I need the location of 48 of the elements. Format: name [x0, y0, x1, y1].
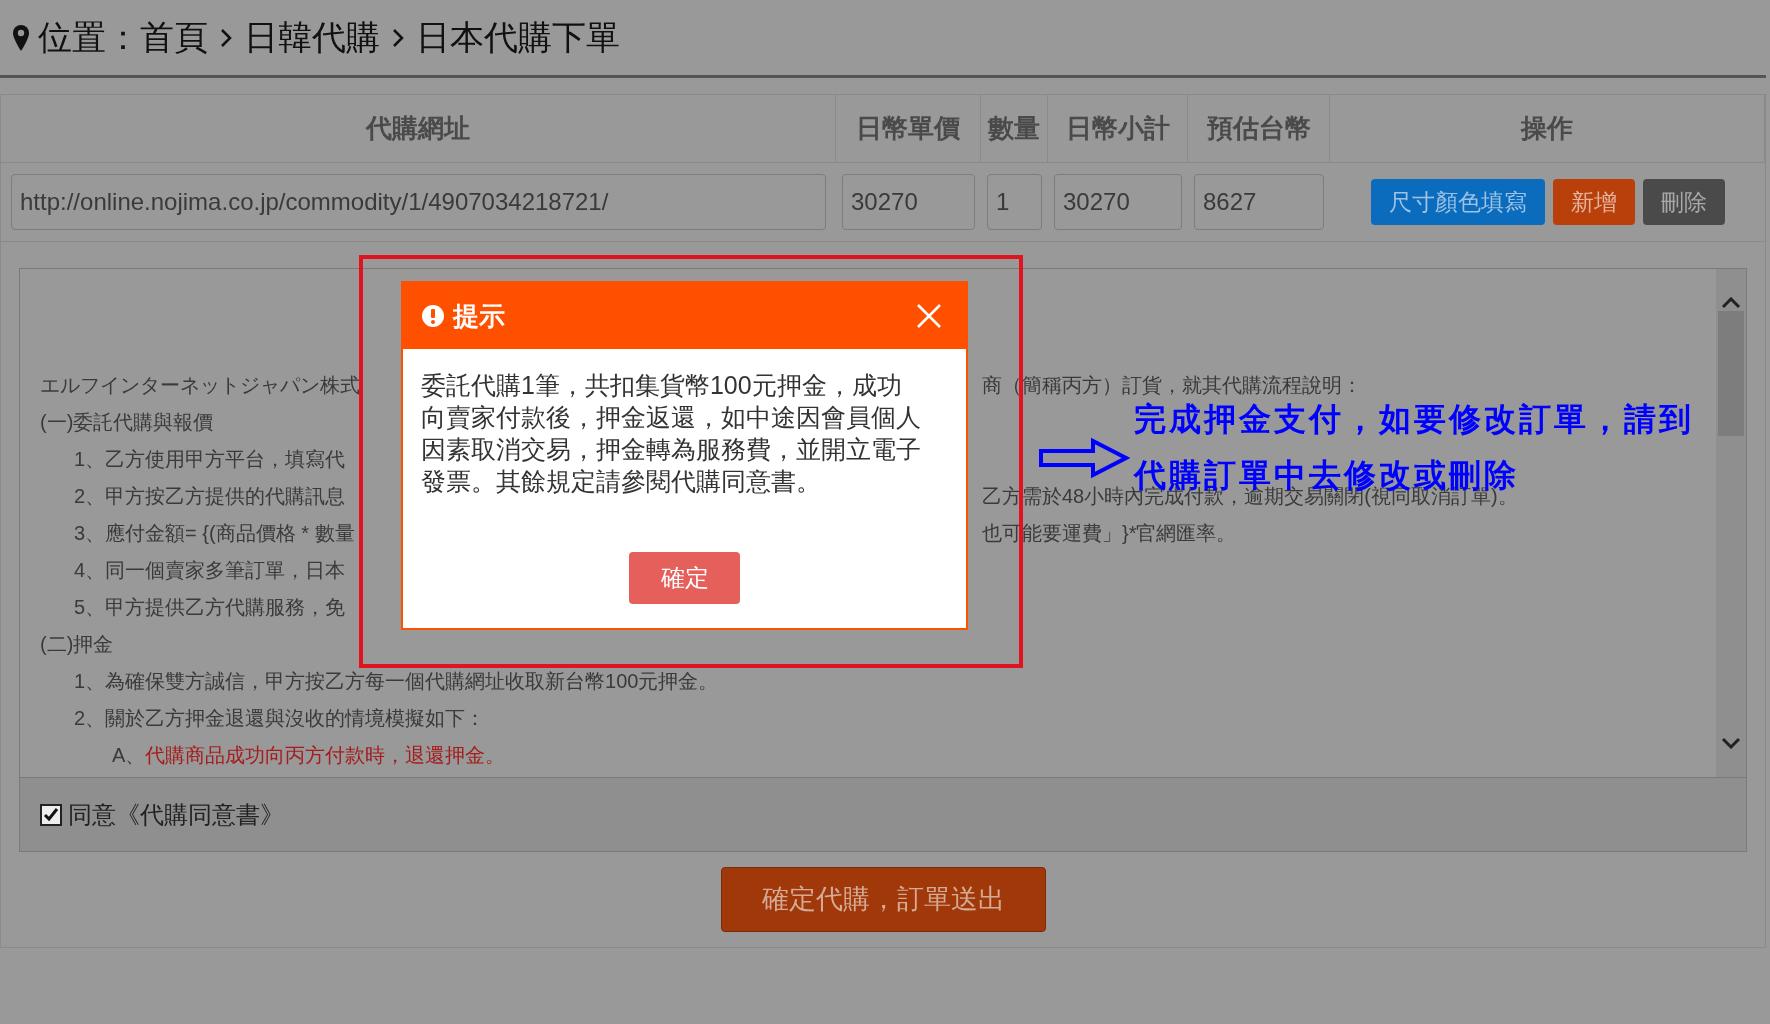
- size-color-button[interactable]: 尺寸顏色填寫: [1370, 179, 1545, 225]
- location-pin-icon: [12, 23, 30, 52]
- breadcrumb-link[interactable]: 首頁: [140, 12, 208, 63]
- dialog-title: 提示: [453, 299, 505, 333]
- terms-text: 1、為確保雙方誠信，甲方按乙方每一個代購網址收取新台幣100元押金。: [74, 670, 719, 692]
- agreement-label[interactable]: 同意《代購同意書》: [68, 796, 284, 833]
- scrollbar[interactable]: [1716, 269, 1746, 777]
- subtotal-field[interactable]: 30270: [1054, 174, 1182, 230]
- terms-text: 商（簡稱丙方）訂貨，就其代購流程說明：: [982, 373, 1362, 398]
- add-button[interactable]: 新增: [1552, 179, 1635, 225]
- close-icon[interactable]: [916, 303, 942, 329]
- chevron-right-icon: [220, 27, 232, 48]
- alert-icon: [421, 304, 445, 328]
- column-header: 日幣小計: [1065, 112, 1170, 145]
- arrow-icon: [1038, 438, 1130, 478]
- chevron-up-icon[interactable]: [1721, 297, 1741, 309]
- column-header: 代購網址: [366, 112, 470, 145]
- dialog-message: 委託代購1筆，共扣集貨幣100元押金，成功向賣家付款後，押金返還，如中途因會員個人因素取消交易，押金轉為服務費，並開立電子發票。其餘規定請參閱代購同意書。: [420, 370, 922, 497]
- url-field[interactable]: http://online.nojima.co.jp/commodity/1/4907034218721/: [11, 174, 826, 230]
- terms-text: 2、關於乙方押金退還與沒收的情境模擬如下：: [74, 707, 486, 729]
- terms-text: 也可能要運費」}*官網匯率。: [982, 521, 1237, 546]
- section-heading: (一)委託代購與報價: [40, 410, 214, 435]
- terms-text: 4、同一個賣家多筆訂單，日本: [74, 559, 346, 581]
- column-header: 數量: [988, 112, 1040, 145]
- terms-text: 2、甲方按乙方提供的代購訊息: [74, 485, 346, 507]
- column-header: 日幣單價: [856, 112, 960, 145]
- quantity-field[interactable]: 1: [987, 174, 1042, 230]
- terms-marker: A、: [112, 743, 146, 768]
- chevron-right-icon: [392, 27, 404, 48]
- delete-button[interactable]: 刪除: [1642, 179, 1725, 225]
- chevron-down-icon[interactable]: [1721, 737, 1741, 749]
- submit-order-button[interactable]: 確定代購，訂單送出: [720, 867, 1046, 932]
- unit-price-field[interactable]: 30270: [842, 174, 975, 230]
- breadcrumb-label: 位置：: [38, 17, 140, 58]
- terms-text: 5、甲方提供乙方代購服務，免: [74, 596, 346, 618]
- column-header: 操作: [1521, 112, 1573, 145]
- breadcrumb-link[interactable]: 日本代購下單: [416, 12, 620, 63]
- terms-text: 3、應付金額= {(商品價格 * 數量: [74, 522, 355, 544]
- agreement-checkbox[interactable]: [40, 803, 62, 826]
- column-header: 預估台幣: [1206, 112, 1311, 145]
- annotation-text: 完成押金支付，如要修改訂單，請到: [1134, 402, 1694, 436]
- breadcrumb-link[interactable]: 日韓代購: [244, 12, 380, 63]
- terms-text: 代購商品成功向丙方付款時，退還押金。: [145, 743, 506, 768]
- confirm-button[interactable]: 確定: [629, 552, 740, 604]
- terms-text: エルフインターネットジャパン株式: [40, 374, 360, 396]
- terms-text: 1、乙方使用甲方平台，填寫代: [74, 448, 346, 470]
- estimate-field[interactable]: 8627: [1194, 174, 1324, 230]
- section-heading: (二)押金: [40, 632, 114, 657]
